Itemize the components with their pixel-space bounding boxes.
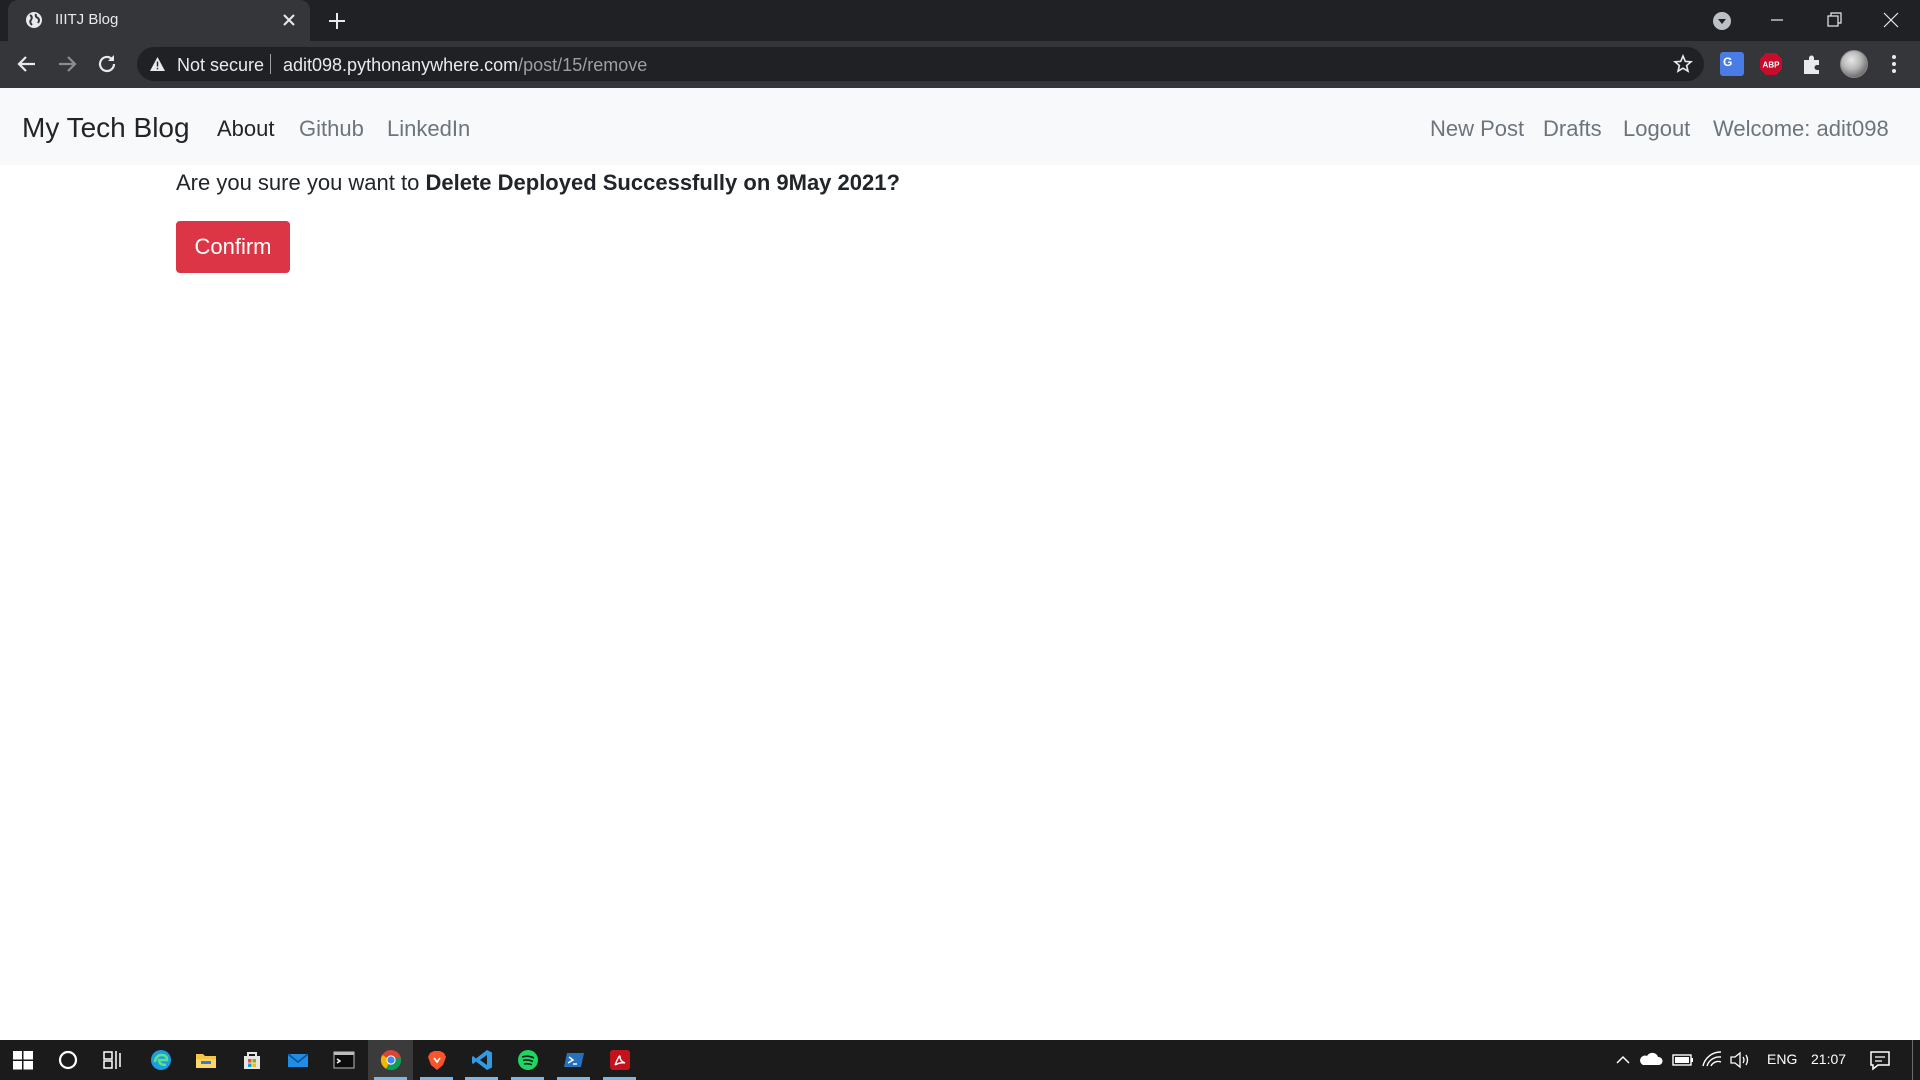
start-button[interactable] — [0, 1040, 45, 1080]
prompt-prefix: Are you sure you want to — [176, 170, 420, 195]
mail-taskbar-button[interactable] — [275, 1040, 320, 1080]
chrome-icon — [380, 1050, 402, 1071]
globe-icon — [26, 12, 42, 28]
edge-taskbar-button[interactable] — [138, 1040, 183, 1080]
search-button[interactable] — [45, 1040, 90, 1080]
profile-avatar[interactable] — [1840, 50, 1868, 78]
security-status[interactable]: Not secure — [177, 55, 264, 76]
powershell-taskbar-button[interactable] — [551, 1040, 596, 1080]
spotify-icon — [518, 1050, 538, 1070]
adblock-plus-icon[interactable]: ABP — [1759, 52, 1783, 76]
task-view-icon — [103, 1051, 121, 1069]
close-tab-icon[interactable] — [280, 11, 298, 29]
terminal-taskbar-button[interactable] — [321, 1040, 366, 1080]
url-path: /post/15/remove — [518, 55, 648, 75]
reload-icon[interactable] — [94, 51, 120, 77]
confirm-delete-button[interactable]: Confirm — [176, 221, 290, 273]
welcome-user-text: Welcome: adit098 — [1713, 116, 1889, 141]
browser-tab-strip: IIITJ Blog — [0, 0, 1920, 41]
vscode-icon — [472, 1050, 492, 1070]
input-language-indicator[interactable]: ENG — [1767, 1051, 1797, 1067]
site-navbar: My Tech Blog About Github LinkedIn New P… — [0, 88, 1920, 165]
url-host: adit098.pythonanywhere.com — [283, 55, 519, 75]
brave-taskbar-button[interactable] — [414, 1040, 459, 1080]
adblock-plus-label: ABP — [1763, 61, 1781, 70]
minimize-window-button[interactable] — [1748, 0, 1806, 41]
vscode-taskbar-button[interactable] — [459, 1040, 504, 1080]
acrobat-icon — [610, 1050, 630, 1070]
extensions-puzzle-icon[interactable] — [1800, 52, 1824, 76]
translate-extension-icon[interactable]: G — [1720, 52, 1744, 76]
show-desktop-strip[interactable] — [1912, 1040, 1913, 1080]
volume-icon[interactable] — [1728, 1040, 1752, 1080]
powershell-icon — [564, 1053, 584, 1067]
nav-link-github[interactable]: Github — [299, 116, 364, 142]
warning-icon — [150, 57, 165, 71]
windows-logo-icon — [13, 1051, 33, 1070]
action-center-icon[interactable] — [1866, 1040, 1894, 1080]
back-arrow-icon[interactable] — [14, 51, 40, 77]
omnibox-divider — [270, 54, 271, 74]
wifi-icon[interactable] — [1700, 1040, 1724, 1080]
task-view-button[interactable] — [90, 1040, 135, 1080]
edge-icon — [151, 1050, 171, 1070]
mail-icon — [287, 1053, 309, 1067]
windows-taskbar: ENG 21:07 — [0, 1040, 1920, 1080]
site-brand-link[interactable]: My Tech Blog — [22, 112, 190, 144]
nav-link-logout[interactable]: Logout — [1623, 116, 1690, 142]
tab-search-icon[interactable] — [1712, 11, 1732, 31]
prompt-post-title: Delete Deployed Successfully on 9May 202… — [425, 170, 900, 195]
kebab-menu-icon[interactable] — [1882, 52, 1906, 76]
address-bar[interactable]: Not secure adit098.pythonanywhere.com/po… — [137, 47, 1704, 81]
nav-link-about[interactable]: About — [217, 116, 275, 142]
spotify-taskbar-button[interactable] — [505, 1040, 550, 1080]
tab-title: IIITJ Blog — [55, 11, 119, 28]
onedrive-cloud-icon[interactable] — [1638, 1040, 1664, 1080]
battery-icon[interactable] — [1670, 1040, 1696, 1080]
folder-icon — [196, 1054, 216, 1068]
url-text[interactable]: adit098.pythonanywhere.com/post/15/remov… — [283, 55, 647, 76]
browser-toolbar: Not secure adit098.pythonanywhere.com/po… — [0, 41, 1920, 88]
restore-window-button[interactable] — [1805, 0, 1863, 41]
store-bag-icon — [244, 1052, 260, 1069]
nav-link-linkedin[interactable]: LinkedIn — [387, 116, 470, 142]
close-window-button[interactable] — [1862, 0, 1920, 41]
system-clock[interactable]: 21:07 — [1811, 1051, 1846, 1067]
new-tab-icon[interactable] — [326, 10, 348, 32]
terminal-icon — [333, 1051, 355, 1069]
chrome-taskbar-button[interactable] — [368, 1040, 413, 1080]
browser-tab[interactable]: IIITJ Blog — [8, 0, 310, 41]
bookmark-star-icon[interactable] — [1673, 54, 1693, 74]
store-taskbar-button[interactable] — [229, 1040, 274, 1080]
nav-link-drafts[interactable]: Drafts — [1543, 116, 1602, 142]
nav-link-new-post[interactable]: New Post — [1430, 116, 1524, 142]
cortana-circle-icon — [58, 1050, 78, 1070]
delete-confirmation-prompt: Are you sure you want to Delete Deployed… — [176, 170, 900, 196]
acrobat-taskbar-button[interactable] — [597, 1040, 642, 1080]
brave-lion-icon — [428, 1051, 446, 1070]
file-explorer-taskbar-button[interactable] — [183, 1040, 228, 1080]
forward-arrow-icon[interactable] — [54, 51, 80, 77]
translate-extension-label: G — [1723, 55, 1733, 69]
show-hidden-icons-chevron-icon[interactable] — [1612, 1040, 1634, 1080]
